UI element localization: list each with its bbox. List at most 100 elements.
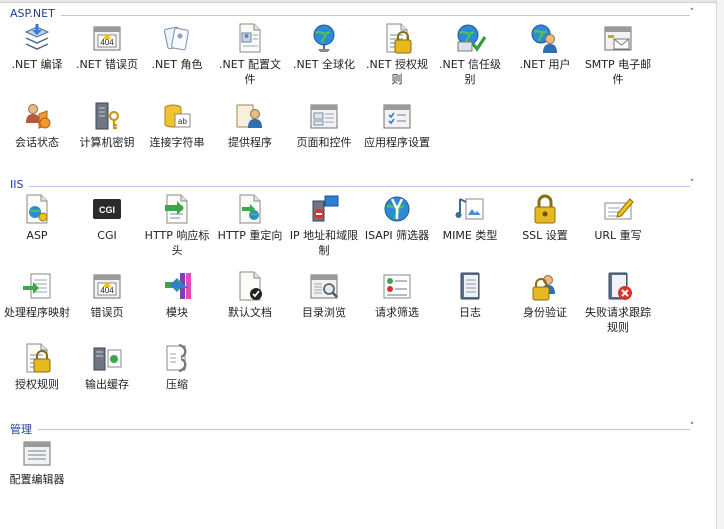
group-header[interactable]: IIS ˄ [0, 176, 716, 194]
smtp-email-icon [604, 26, 632, 51]
feature-label: 提供程序 [228, 136, 272, 149]
feature-label: 授权规则 [15, 378, 59, 391]
feature-label: 模块 [166, 306, 188, 319]
ssl-settings-icon [534, 194, 556, 224]
asp-icon [26, 194, 48, 224]
feature-label: 计算机密钥 [79, 136, 135, 149]
feature-tile-dotnet-profile[interactable]: .NET 配置文件 [213, 22, 287, 94]
feature-tile-compression[interactable]: 压缩 [140, 342, 214, 414]
feature-label: 默认文档 [228, 306, 272, 319]
feature-label: SSL 设置 [522, 229, 568, 242]
providers-icon [236, 104, 262, 128]
application-settings-icon [383, 104, 411, 129]
ip-domain-restrictions-icon [312, 195, 339, 222]
compression-icon [166, 343, 187, 373]
group-header[interactable]: ASP.NET ˄ [0, 5, 716, 23]
feature-tile-smtp-email[interactable]: SMTP 电子邮件 [581, 22, 655, 94]
dotnet-globalization-icon [313, 24, 335, 52]
feature-tile-request-filtering[interactable]: 请求筛选 [360, 270, 434, 342]
feature-label: .NET 错误页 [76, 58, 138, 71]
feature-label: 连接字符串 [149, 136, 205, 149]
dotnet-authorization-rules-icon [386, 23, 412, 54]
logging-icon [460, 272, 480, 300]
feature-tile-authorization-rules[interactable]: 授权规则 [0, 342, 74, 414]
window-top-edge [0, 0, 716, 3]
feature-tile-dotnet-compilation[interactable]: .NET 编译 [0, 22, 74, 94]
feature-tile-dotnet-authorization-rules[interactable]: .NET 授权规则 [360, 22, 434, 94]
svg-text:404: 404 [100, 38, 114, 47]
collapse-chevron-icon[interactable]: ˄ [686, 421, 698, 433]
feature-tile-mime-types[interactable]: MIME 类型 [433, 193, 507, 265]
feature-tile-logging[interactable]: 日志 [433, 270, 507, 342]
dotnet-roles-icon [163, 26, 189, 51]
feature-tile-error-pages[interactable]: 404 错误页 [70, 270, 144, 342]
modules-icon [165, 273, 191, 299]
feature-tile-http-response-headers[interactable]: HTTP 响应标头 [140, 193, 214, 265]
feature-label: .NET 信任级别 [439, 58, 501, 86]
feature-tile-authentication[interactable]: 身份验证 [508, 270, 582, 342]
feature-tile-asp[interactable]: ASP [0, 193, 74, 265]
feature-tile-ssl-settings[interactable]: SSL 设置 [508, 193, 582, 265]
vertical-scrollbar[interactable] [716, 0, 724, 529]
feature-label: MIME 类型 [442, 229, 498, 242]
feature-tile-directory-browsing[interactable]: 目录浏览 [287, 270, 361, 342]
feature-tile-dotnet-trust-levels[interactable]: .NET 信任级别 [433, 22, 507, 94]
connection-strings-icon: ab [164, 104, 191, 128]
feature-label: ISAPI 筛选器 [364, 229, 430, 242]
feature-tile-providers[interactable]: 提供程序 [213, 100, 287, 172]
feature-tile-application-settings[interactable]: 应用程序设置 [360, 100, 434, 172]
feature-tile-connection-strings[interactable]: ab 连接字符串 [140, 100, 214, 172]
http-response-headers-icon [165, 194, 188, 224]
feature-tile-default-document[interactable]: 默认文档 [213, 270, 287, 342]
isapi-filters-icon [384, 196, 410, 222]
svg-text:404: 404 [100, 286, 114, 295]
feature-label: SMTP 电子邮件 [584, 58, 652, 86]
feature-tile-failed-request-tracing[interactable]: 失败请求跟踪规则 [581, 270, 655, 342]
feature-tile-ip-domain-restrictions[interactable]: IP 地址和域限制 [287, 193, 361, 265]
feature-tile-handler-mappings[interactable]: 处理程序映射 [0, 270, 74, 342]
feature-tile-url-rewrite[interactable]: URL 重写 [581, 193, 655, 265]
default-document-icon [239, 271, 262, 301]
output-caching-icon [93, 347, 122, 371]
feature-label: 输出缓存 [85, 378, 129, 391]
collapse-chevron-icon[interactable]: ˄ [686, 7, 698, 19]
session-state-icon [26, 104, 51, 129]
group-header[interactable]: 管理 ˄ [0, 419, 716, 437]
dotnet-error-pages-icon: 404 [93, 26, 121, 51]
feature-tile-dotnet-globalization[interactable]: .NET 全球化 [287, 22, 361, 94]
feature-label: HTTP 重定向 [217, 229, 283, 242]
feature-tile-dotnet-roles[interactable]: .NET 角色 [140, 22, 214, 94]
group-divider [61, 15, 690, 16]
feature-label: 目录浏览 [302, 306, 346, 319]
feature-tile-modules[interactable]: 模块 [140, 270, 214, 342]
feature-tile-session-state[interactable]: 会话状态 [0, 100, 74, 172]
feature-tile-dotnet-users[interactable]: .NET 用户 [508, 22, 582, 94]
feature-label: .NET 用户 [519, 58, 571, 71]
feature-tile-http-redirect[interactable]: HTTP 重定向 [213, 193, 287, 265]
feature-tile-configuration-editor[interactable]: 配置编辑器 [0, 437, 74, 509]
machine-key-icon [95, 102, 120, 130]
feature-tile-pages-and-controls[interactable]: 页面和控件 [287, 100, 361, 172]
http-redirect-icon [239, 194, 261, 224]
dotnet-trust-levels-icon [457, 24, 486, 52]
feature-tile-isapi-filters[interactable]: ISAPI 筛选器 [360, 193, 434, 265]
feature-group-2: 管理 ˄ 配置编辑器 [0, 419, 716, 486]
feature-tile-output-caching[interactable]: 输出缓存 [70, 342, 144, 414]
feature-label: .NET 授权规则 [366, 58, 428, 86]
feature-label: 身份验证 [523, 306, 567, 319]
feature-tile-dotnet-error-pages[interactable]: 404 .NET 错误页 [70, 22, 144, 94]
group-title: 管理 [10, 421, 36, 437]
feature-label: .NET 全球化 [293, 58, 355, 71]
failed-request-tracing-icon [608, 272, 632, 300]
url-rewrite-icon [604, 198, 634, 220]
dotnet-profile-icon [239, 23, 261, 53]
cgi-icon: CGI [93, 199, 121, 219]
feature-tile-machine-key[interactable]: 计算机密钥 [70, 100, 144, 172]
handler-mappings-icon [23, 273, 51, 299]
feature-tile-cgi[interactable]: CGI CGI [70, 193, 144, 265]
pages-and-controls-icon [310, 104, 338, 129]
feature-label: CGI [97, 229, 117, 242]
feature-label: .NET 编译 [11, 58, 63, 71]
collapse-chevron-icon[interactable]: ˄ [686, 178, 698, 190]
group-divider [38, 429, 690, 430]
